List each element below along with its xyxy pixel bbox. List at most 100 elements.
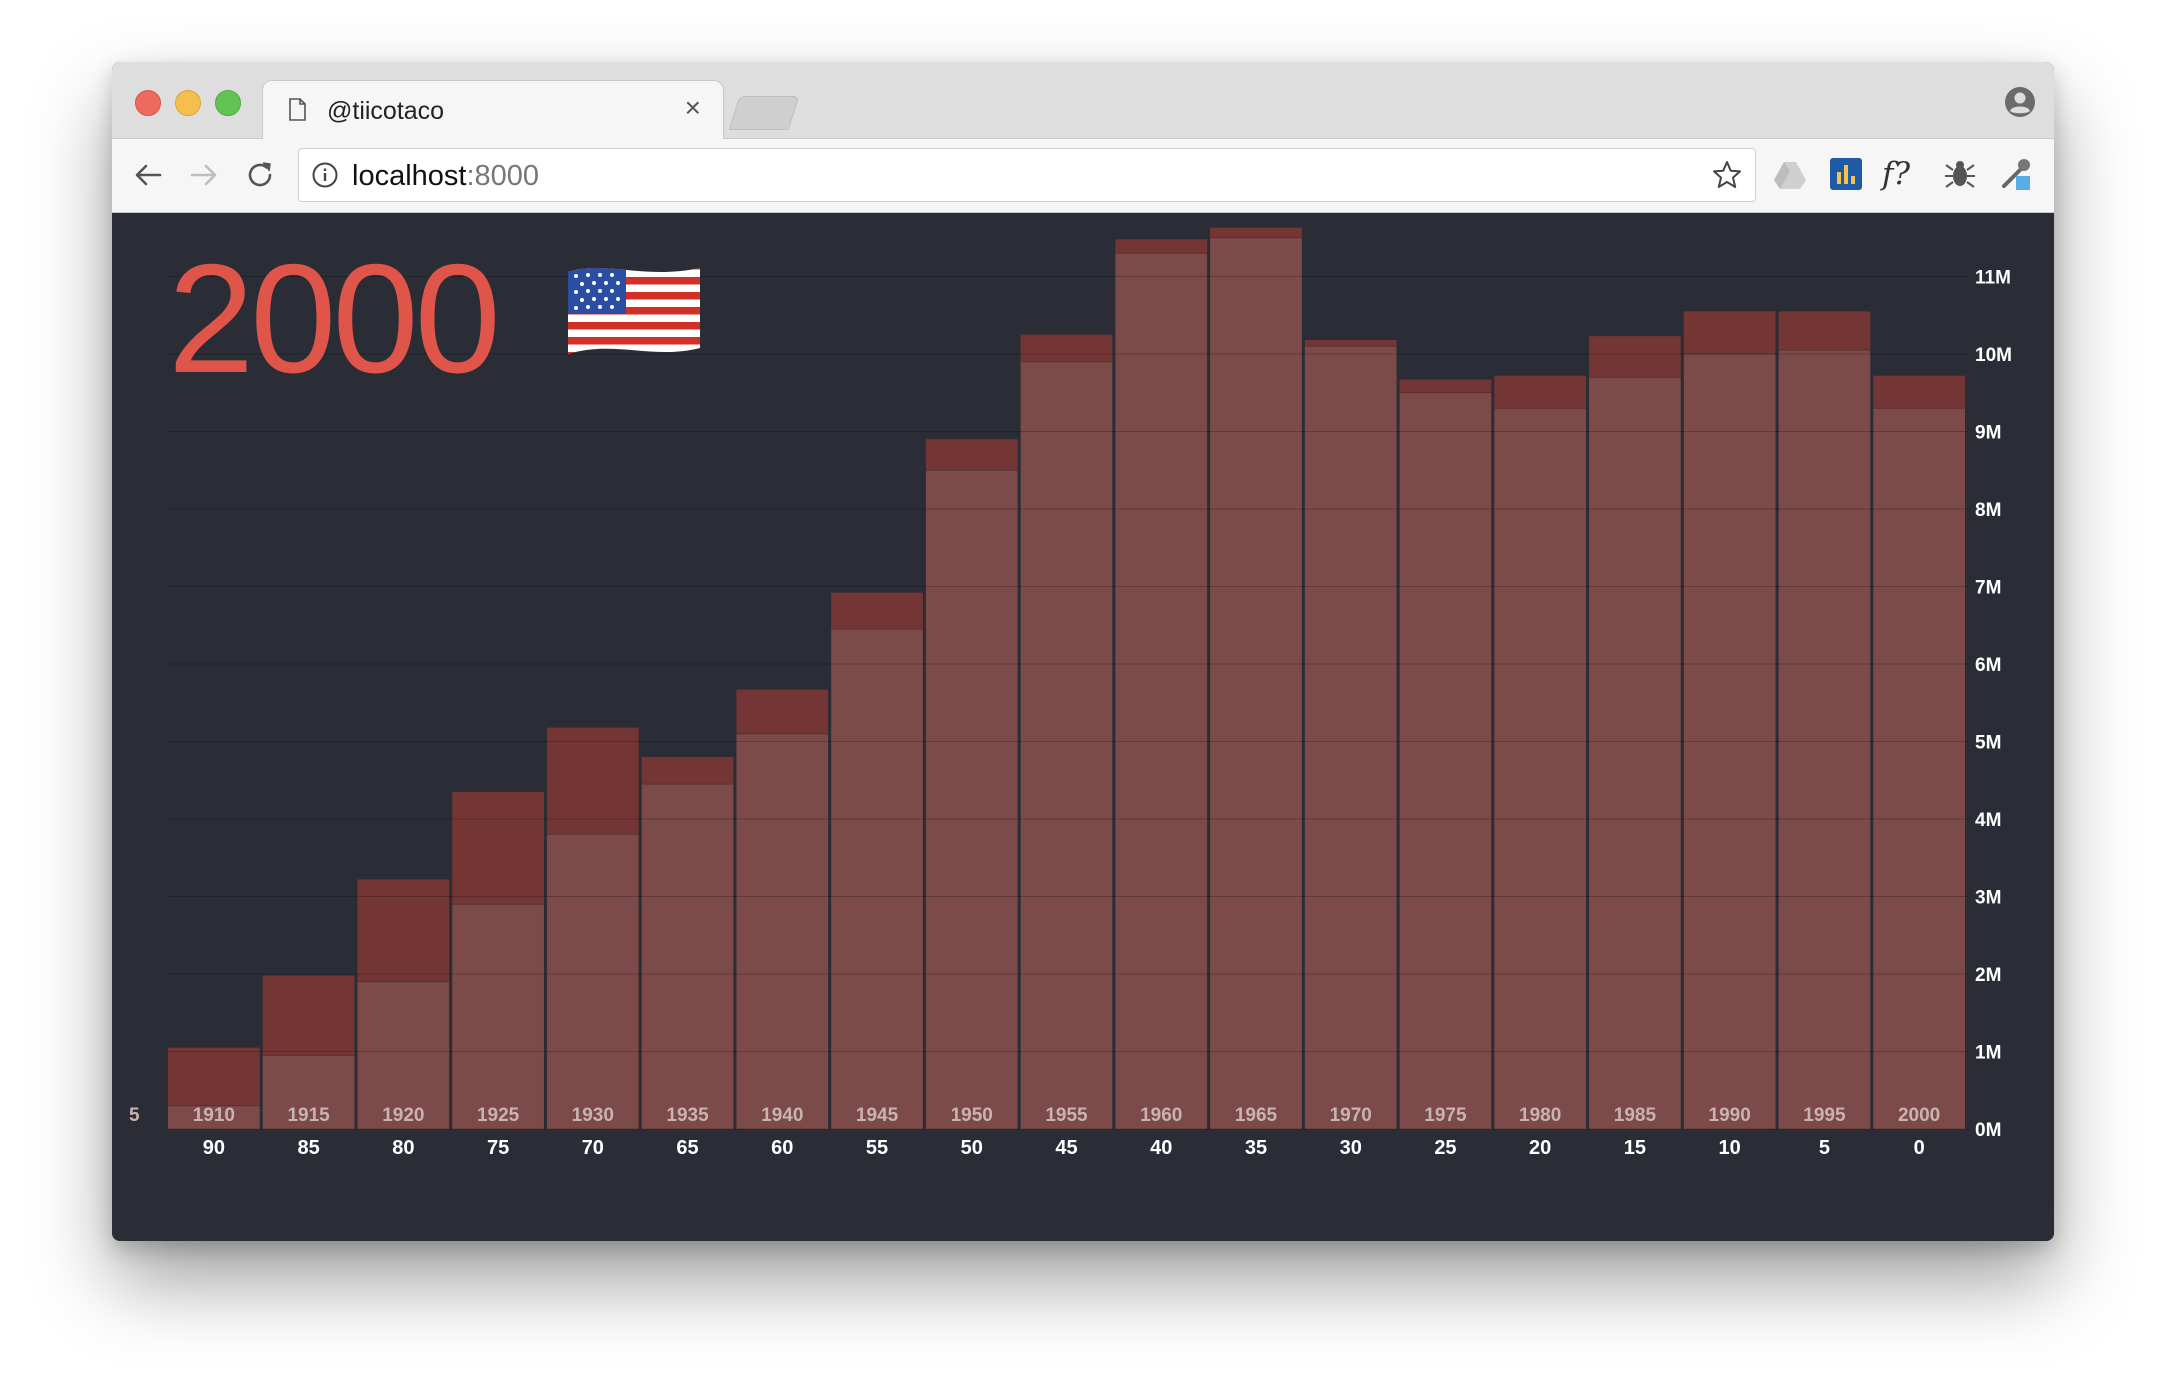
forward-arrow-icon[interactable] [186, 157, 222, 193]
age-label: 85 [297, 1137, 319, 1159]
y-tick-label: 2M [1975, 965, 2001, 986]
google-drive-extension-icon[interactable] [1772, 156, 1808, 192]
minimize-window-button[interactable] [175, 90, 201, 116]
birth-year-label: 1940 [761, 1105, 803, 1126]
united-states-flag-icon [568, 268, 700, 354]
age-label: 75 [487, 1137, 509, 1159]
y-tick-label: 1M [1975, 1043, 2001, 1064]
y-tick-label: 8M [1975, 500, 2001, 521]
bar-historic-excess [1778, 311, 1871, 351]
y-tick-label: 6M [1975, 655, 2001, 676]
age-label: 20 [1529, 1137, 1551, 1159]
bar-historic-excess [1494, 375, 1587, 409]
color-picker-extension-icon[interactable] [1998, 156, 2034, 192]
birth-year-label: 1975 [1424, 1105, 1467, 1126]
birth-year-label-partial: 5 [129, 1105, 140, 1126]
age-label: 25 [1434, 1137, 1456, 1159]
age-label: 40 [1150, 1137, 1172, 1159]
birth-year-label: 1925 [477, 1105, 520, 1126]
age-label: 15 [1624, 1137, 1646, 1159]
bar-current [1589, 377, 1681, 1129]
age-label: 55 [866, 1137, 888, 1159]
bar-current [1399, 392, 1492, 1129]
y-tick-label: 9M [1975, 423, 2001, 444]
address-bar[interactable]: localhost:8000 [298, 148, 1756, 202]
bar-current [831, 629, 923, 1129]
close-window-button[interactable] [135, 90, 161, 116]
birth-year-label: 1985 [1614, 1105, 1657, 1126]
age-label: 0 [1914, 1137, 1925, 1159]
bar-historic-excess [1210, 227, 1302, 238]
url-text[interactable]: localhost:8000 [352, 160, 539, 193]
birth-year-label: 1965 [1235, 1105, 1278, 1126]
bar-current [1020, 361, 1113, 1129]
age-label: 35 [1245, 1137, 1267, 1159]
birth-year-label: 1960 [1140, 1105, 1182, 1126]
y-tick-label: 3M [1975, 888, 2001, 909]
age-label: 60 [771, 1137, 793, 1159]
bar-historic-excess [641, 757, 734, 785]
bar-historic-excess [168, 1047, 260, 1106]
bar-current [1115, 253, 1208, 1129]
bar-historic-excess [1115, 239, 1208, 254]
birth-year-label: 1910 [193, 1105, 235, 1126]
bar-historic-excess [1020, 334, 1113, 362]
profile-icon[interactable] [2004, 86, 2036, 118]
bug-extension-icon[interactable] [1942, 156, 1978, 192]
chart-extension-icon[interactable] [1828, 156, 1864, 192]
y-tick-label: 10M [1975, 345, 2012, 366]
y-tick-label: 7M [1975, 578, 2001, 599]
birth-year-label: 1920 [382, 1105, 424, 1126]
font-finder-extension-icon[interactable]: f? [1882, 156, 1926, 192]
back-arrow-icon[interactable] [130, 157, 166, 193]
birth-year-label: 1930 [572, 1105, 614, 1126]
bar-historic-excess [1683, 311, 1776, 354]
birth-year-label: 1935 [666, 1105, 709, 1126]
spellcheck-extension-icon[interactable]: ABC [2052, 156, 2054, 192]
bar-historic-excess [357, 879, 450, 982]
birth-year-label: 1950 [951, 1105, 993, 1126]
page-content: 0M 1M 2M 3M 4M 5M 6M 7M 8M 9M 10M 11M 1910 1915 1920 19… [112, 213, 2054, 1241]
bar-current [1873, 408, 1965, 1129]
bar-historic-excess [546, 727, 639, 835]
url-port: :8000 [466, 160, 540, 192]
site-info-icon[interactable] [311, 161, 339, 189]
tab-active[interactable]: @tiicotaco × [262, 80, 724, 140]
birth-year-label: 1955 [1045, 1105, 1088, 1126]
tab-title: @tiicotaco [327, 97, 445, 125]
birth-year-label: 2000 [1898, 1105, 1940, 1126]
bar-historic-excess [831, 592, 923, 630]
page-icon [289, 98, 306, 121]
bar-historic-excess [1399, 379, 1492, 393]
birth-year-label: 1970 [1330, 1105, 1372, 1126]
bookmark-star-icon[interactable] [1711, 159, 1743, 191]
bar-current [1494, 408, 1587, 1129]
age-label: 30 [1340, 1137, 1362, 1159]
age-label: 80 [392, 1137, 414, 1159]
bar-current [1210, 237, 1302, 1129]
age-label: 50 [961, 1137, 983, 1159]
age-label: 10 [1719, 1137, 1741, 1159]
bar-historic-excess [1304, 340, 1397, 347]
age-label: 65 [676, 1137, 698, 1159]
bar-current [546, 834, 639, 1129]
bar-current [925, 470, 1018, 1129]
title-bar: @tiicotaco × [112, 62, 2054, 140]
year-heading: 2000 [168, 232, 501, 405]
y-tick-label: 5M [1975, 733, 2001, 754]
bar-current [736, 733, 829, 1129]
y-tick-label: 11M [1975, 268, 2011, 289]
birth-year-label: 1980 [1519, 1105, 1561, 1126]
bar-historic-excess [736, 689, 829, 734]
bar-current [1304, 346, 1397, 1129]
birth-year-label: 1990 [1709, 1105, 1751, 1126]
age-label: 5 [1819, 1137, 1830, 1159]
bar-historic-excess [262, 975, 355, 1056]
y-tick-label: 0M [1975, 1120, 2001, 1141]
maximize-window-button[interactable] [215, 90, 241, 116]
y-tick-label: 4M [1975, 810, 2001, 831]
new-tab-button[interactable] [728, 96, 800, 130]
age-label: 70 [582, 1137, 604, 1159]
tab-close-button[interactable]: × [685, 94, 701, 122]
reload-icon[interactable] [242, 157, 278, 193]
